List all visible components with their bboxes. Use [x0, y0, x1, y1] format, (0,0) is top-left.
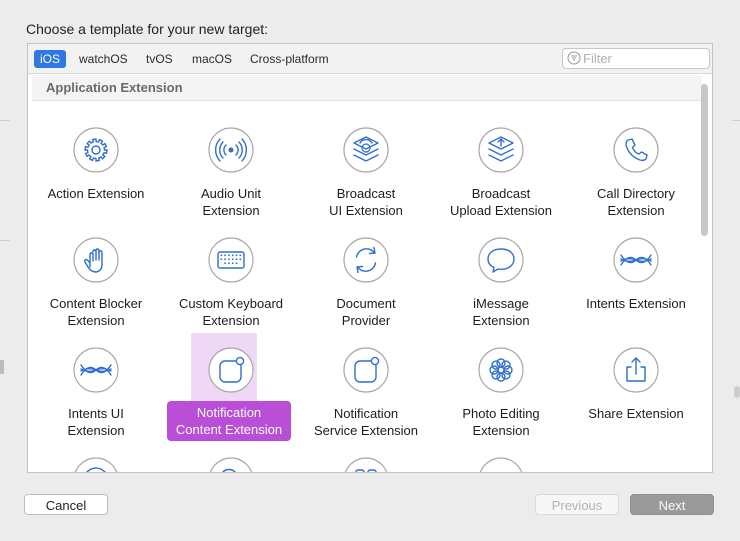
audio-waves-icon [206, 125, 256, 175]
template-tile[interactable]: Action Extension [28, 125, 164, 235]
broadcast-icon [341, 125, 391, 175]
at-sign-icon [71, 455, 121, 472]
template-label: Custom Keyboard Extension [178, 296, 284, 328]
cancel-button[interactable]: Cancel [24, 494, 108, 515]
next-button[interactable]: Next [630, 494, 714, 515]
tab-watchos[interactable]: watchOS [73, 50, 134, 68]
template-tile[interactable]: Call Directory Extension [568, 125, 704, 235]
template-label: Broadcast Upload Extension [450, 186, 552, 218]
section-title: Application Extension [46, 80, 183, 95]
template-tile[interactable]: Custom Keyboard Extension [163, 235, 299, 345]
template-tile[interactable] [28, 455, 164, 472]
flower-icon [476, 345, 526, 395]
template-tile[interactable]: Notification Service Extension [298, 345, 434, 455]
share-icon [611, 345, 661, 395]
template-tile[interactable]: Notification Content Extension [163, 333, 299, 455]
template-tile[interactable]: Intents Extension [568, 235, 704, 345]
template-label: Document Provider [336, 296, 396, 328]
template-label: Share Extension [588, 406, 684, 421]
background-window-edge [732, 120, 740, 121]
filter-input[interactable] [583, 50, 705, 67]
template-label: Action Extension [47, 186, 145, 201]
template-label: Notification Service Extension [313, 406, 419, 438]
previous-button[interactable]: Previous [535, 494, 619, 515]
filter-field[interactable] [562, 48, 710, 69]
background-window-edge [0, 120, 10, 121]
new-target-sheet: Choose a template for your new target: i… [10, 8, 732, 532]
section-header: Application Extension [32, 75, 702, 101]
background-window-fragment [0, 360, 4, 374]
template-tile[interactable]: Share Extension [568, 345, 704, 455]
template-tile[interactable]: Document Provider [298, 235, 434, 345]
hand-icon [71, 235, 121, 285]
template-tile[interactable]: iMessage Extension [433, 235, 569, 345]
sync-arrows-icon [341, 235, 391, 285]
notification-icon [206, 345, 256, 395]
template-label: Photo Editing Extension [462, 406, 540, 438]
template-tile[interactable]: Intents UI Extension [28, 345, 164, 455]
template-label: Broadcast UI Extension [329, 186, 403, 218]
tab-cross-platform[interactable]: Cross-platform [244, 50, 335, 68]
magnifier-icon [206, 455, 256, 472]
template-label: Audio Unit Extension [201, 186, 261, 218]
broadcast-upload-icon [476, 125, 526, 175]
template-label: Intents Extension [586, 296, 686, 311]
notification-icon [341, 345, 391, 395]
calendar-icon: 17 [476, 455, 526, 472]
template-chooser-panel: iOS watchOS tvOS macOS Cross-platform Ap… [27, 43, 713, 473]
template-label: Notification Content Extension [167, 401, 291, 441]
template-label: Content Blocker Extension [49, 296, 143, 328]
template-tile[interactable]: Broadcast Upload Extension [433, 125, 569, 235]
keyboard-icon [206, 235, 256, 285]
intents-waves-icon [611, 235, 661, 285]
template-tile[interactable] [298, 455, 434, 472]
filter-icon [567, 51, 581, 65]
template-label: Call Directory Extension [596, 186, 675, 218]
template-tile[interactable]: Audio Unit Extension [163, 125, 299, 235]
gear-icon [71, 125, 121, 175]
background-window-fragment [734, 386, 740, 398]
dialog-prompt: Choose a template for your new target: [26, 21, 269, 37]
template-tile[interactable]: Photo Editing Extension [433, 345, 569, 455]
phone-icon [611, 125, 661, 175]
template-tile[interactable]: Content Blocker Extension [28, 235, 164, 345]
template-label: iMessage Extension [472, 296, 530, 328]
grid-icon [341, 455, 391, 472]
template-tile[interactable]: Broadcast UI Extension [298, 125, 434, 235]
tab-macos[interactable]: macOS [186, 50, 238, 68]
intents-waves-icon [71, 345, 121, 395]
template-tile[interactable] [163, 455, 299, 472]
speech-bubble-icon [476, 235, 526, 285]
tab-tvos[interactable]: tvOS [140, 50, 179, 68]
template-tile[interactable]: 17 [433, 455, 569, 472]
template-label: Intents UI Extension [67, 406, 125, 438]
platform-tab-bar: iOS watchOS tvOS macOS Cross-platform [28, 44, 712, 74]
background-window-edge [0, 240, 10, 241]
tab-ios[interactable]: iOS [34, 50, 67, 68]
